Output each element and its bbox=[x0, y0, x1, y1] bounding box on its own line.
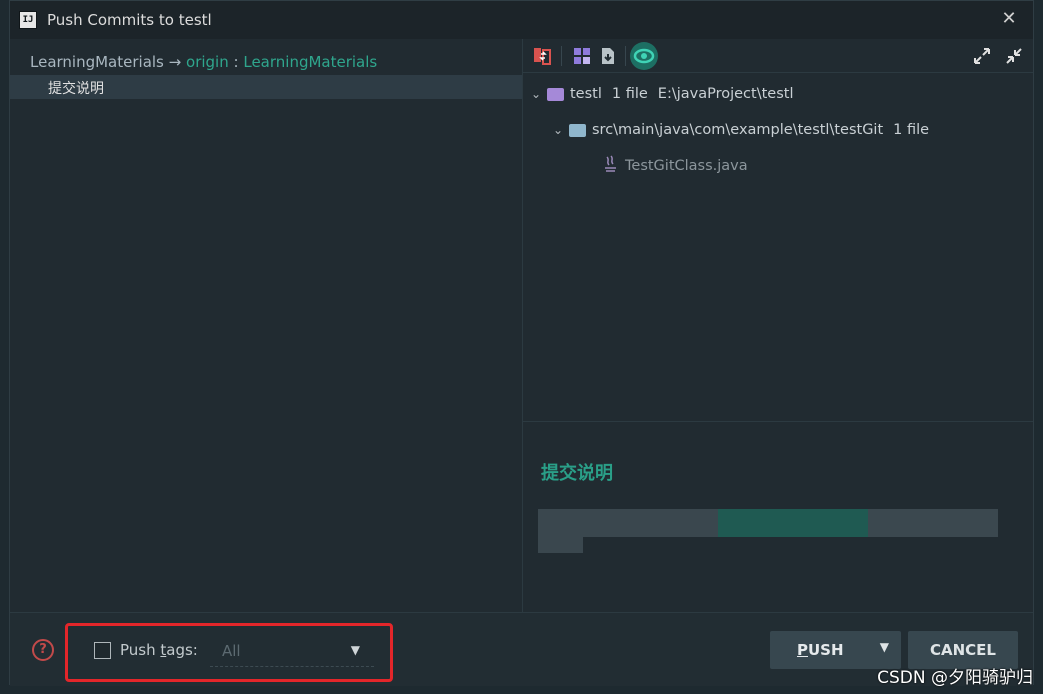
window-title: Push Commits to testl bbox=[47, 11, 212, 29]
commit-details-title: 提交说明 bbox=[541, 463, 613, 484]
collapse-all-icon[interactable] bbox=[1003, 45, 1025, 67]
tree-node-repository[interactable]: ⌄ testl 1 file E:\javaProject\testl bbox=[531, 84, 793, 104]
push-tags-checkbox[interactable] bbox=[94, 642, 111, 659]
repository-file-count: 1 file bbox=[611, 86, 648, 102]
commit-message: 提交说明 bbox=[48, 81, 104, 97]
remote-branch-name[interactable]: LearningMaterials bbox=[243, 53, 377, 71]
java-file-icon bbox=[603, 154, 619, 178]
details-divider bbox=[523, 421, 1033, 422]
commits-panel: LearningMaterials → origin : LearningMat… bbox=[10, 39, 523, 612]
remote-name[interactable]: origin bbox=[186, 53, 229, 71]
changes-toolbar bbox=[523, 39, 1033, 73]
cancel-button-label: CANCEL bbox=[930, 641, 996, 659]
tree-node-folder[interactable]: ⌄ src\main\java\com\example\testl\testGi… bbox=[553, 120, 929, 140]
folder-icon bbox=[569, 123, 586, 137]
eye-icon[interactable] bbox=[630, 42, 658, 70]
push-tags-label[interactable]: Push tags: bbox=[120, 641, 198, 659]
expand-all-icon[interactable] bbox=[971, 45, 993, 67]
group-by-icon[interactable] bbox=[571, 45, 593, 67]
title-bar: IJ Push Commits to testl ✕ bbox=[10, 1, 1033, 39]
help-icon[interactable]: ? bbox=[32, 639, 54, 661]
tree-node-file[interactable]: TestGitClass.java bbox=[603, 154, 748, 178]
repository-name: testl bbox=[570, 86, 602, 102]
chevron-down-icon: ▼ bbox=[350, 643, 360, 657]
push-options-chevron-icon[interactable]: ▼ bbox=[880, 640, 889, 654]
remote-separator: : bbox=[233, 53, 239, 71]
commit-list-item[interactable]: 提交说明 bbox=[10, 75, 522, 99]
repository-folder-icon bbox=[547, 87, 564, 101]
chevron-down-icon[interactable]: ⌄ bbox=[553, 123, 567, 137]
push-arrow: → bbox=[168, 53, 182, 71]
toolbar-separator bbox=[625, 46, 626, 66]
push-button-label: PUSH bbox=[797, 641, 844, 659]
changes-panel: ⌄ testl 1 file E:\javaProject\testl ⌄ sr… bbox=[523, 39, 1033, 612]
diff-icon[interactable] bbox=[531, 45, 553, 67]
tags-select-value: All bbox=[222, 642, 241, 660]
local-branch-name: LearningMaterials bbox=[30, 53, 164, 71]
folder-path: src\main\java\com\example\testl\testGit bbox=[592, 122, 884, 138]
repository-path: E:\javaProject\testl bbox=[657, 86, 794, 102]
chevron-down-icon[interactable]: ⌄ bbox=[531, 87, 545, 101]
intellij-app-icon: IJ bbox=[19, 11, 37, 29]
push-target-row[interactable]: LearningMaterials → origin : LearningMat… bbox=[30, 53, 377, 71]
close-button[interactable]: ✕ bbox=[999, 9, 1019, 29]
push-dialog: IJ Push Commits to testl ✕ LearningMater… bbox=[9, 0, 1034, 686]
toolbar-separator bbox=[561, 46, 562, 66]
watermark: CSDN @夕阳骑驴归 bbox=[877, 668, 1033, 688]
export-icon[interactable] bbox=[597, 45, 619, 67]
file-name: TestGitClass.java bbox=[625, 158, 748, 174]
folder-file-count: 1 file bbox=[893, 122, 930, 138]
tags-select[interactable]: All ▼ bbox=[210, 638, 374, 667]
